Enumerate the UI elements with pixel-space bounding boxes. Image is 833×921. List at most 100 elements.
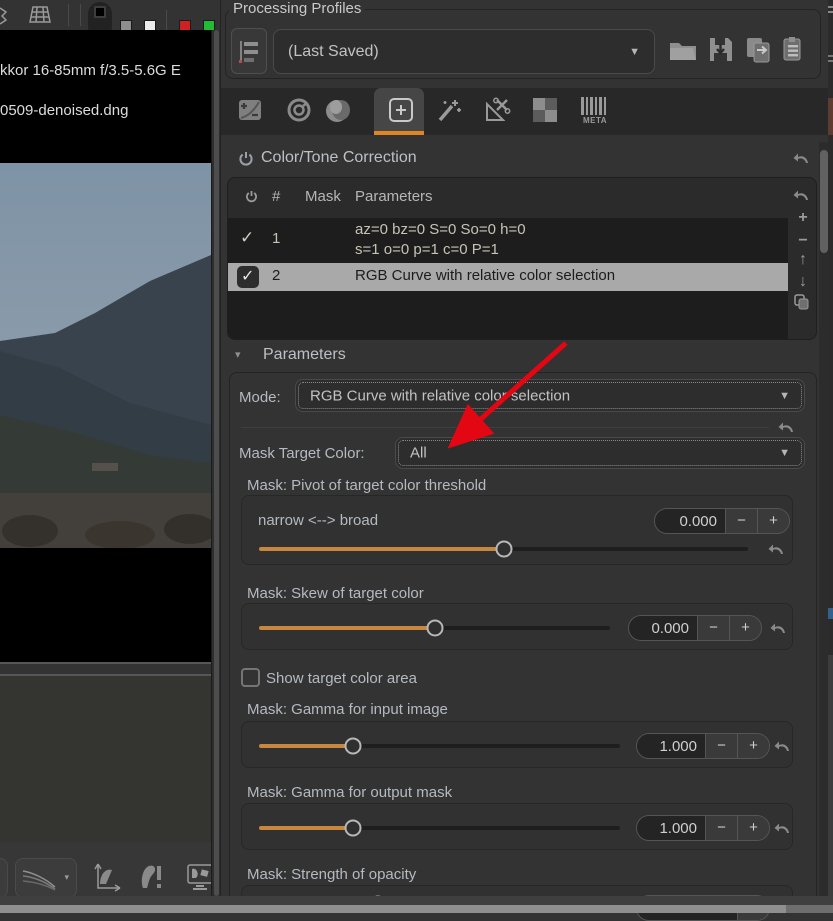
toolbar-separator [166, 10, 167, 32]
pivot-reset-button[interactable] [768, 542, 785, 555]
profile-list-icon [239, 40, 261, 64]
gamma-input-increment-button[interactable]: + [737, 734, 769, 758]
duplicate-mask-button[interactable] [794, 294, 810, 310]
mask-row[interactable]: ✓ 1 az=0 bz=0 S=0 So=0 h=0 s=1 o=0 p=1 c… [228, 218, 788, 263]
save-profile-button[interactable] [708, 36, 734, 63]
partial-left-button[interactable] [0, 858, 8, 898]
tab-exposure[interactable] [230, 90, 270, 130]
soft-proofing-icon[interactable] [139, 862, 167, 892]
mask-enabled-checkbox[interactable]: ✓ [237, 266, 259, 288]
skew-decrement-button[interactable]: − [697, 616, 729, 640]
local-editing-icon [387, 96, 415, 124]
right-panel-edge [828, 0, 833, 913]
show-target-color-checkbox[interactable] [241, 668, 260, 687]
mask-row-params: az=0 bz=0 S=0 So=0 h=0 s=1 o=0 p=1 c=0 P… [355, 220, 526, 260]
preview-letterbox [0, 548, 211, 662]
lens-info-text: kkor 16-85mm f/3.5-5.6G E [0, 62, 181, 79]
tab-color[interactable] [318, 90, 358, 130]
gamma-input-slider[interactable] [259, 737, 620, 755]
pivot-value[interactable]: 0.000 [655, 509, 725, 533]
tool-header[interactable]: Color/Tone Correction [221, 142, 833, 177]
tab-detail[interactable] [279, 90, 319, 130]
pivot-increment-button[interactable]: + [757, 509, 789, 533]
mask-row-number: 2 [272, 267, 280, 284]
gamma-input-label: Mask: Gamma for input image [247, 701, 448, 718]
tab-local-editing[interactable] [381, 90, 421, 130]
mask-reset-button[interactable] [793, 188, 810, 201]
mask-target-color-label: Mask Target Color: [239, 445, 365, 462]
parameters-section-label: Parameters [263, 346, 346, 364]
column-mask: Mask [305, 188, 341, 205]
tool-reset-button[interactable] [793, 151, 810, 164]
gamut-chart-icon[interactable] [92, 862, 122, 892]
gamma-input-spinbox: 1.000 − + [636, 733, 770, 759]
preview-scrollbar-thumb[interactable] [214, 30, 219, 896]
raw-checker-icon [532, 97, 558, 123]
mode-reset-button[interactable] [778, 420, 795, 433]
preview-scrollbar[interactable] [211, 30, 220, 896]
tab-metadata[interactable]: META [575, 90, 615, 130]
gamma-input-slider-knob[interactable] [344, 738, 361, 755]
pivot-slider[interactable] [259, 540, 748, 558]
gamma-output-increment-button[interactable]: + [737, 816, 769, 840]
parameters-expander[interactable]: ▾ Parameters [221, 346, 821, 370]
move-mask-up-button[interactable]: ↑ [790, 250, 816, 270]
add-mask-button[interactable]: + [790, 208, 816, 228]
gamma-output-slider[interactable] [259, 819, 620, 837]
pivot-slider-knob[interactable] [495, 541, 512, 558]
skew-increment-button[interactable]: + [729, 616, 761, 640]
profile-selector[interactable]: (Last Saved) ▼ [273, 29, 655, 74]
skew-panel: 0.000 − + [241, 603, 793, 650]
paste-profile-button[interactable] [781, 36, 807, 63]
move-mask-down-button[interactable]: ↓ [790, 272, 816, 292]
color-icon [324, 97, 352, 123]
mask-list: # Mask Parameters ✓ 1 az=0 bz=0 S=0 So=0… [227, 177, 817, 340]
partial-tool-icon[interactable] [0, 6, 8, 26]
copy-profile-button[interactable] [745, 36, 773, 63]
mask-row-selected[interactable]: ✓ 2 RGB Curve with relative color select… [228, 263, 788, 291]
gamma-input-decrement-button[interactable]: − [705, 734, 737, 758]
monitor-profile-icon[interactable] [186, 862, 214, 892]
skew-slider-knob[interactable] [426, 620, 443, 637]
mask-list-empty-area[interactable] [228, 291, 788, 340]
gamma-output-panel: 1.000 − + [241, 803, 793, 850]
image-info-bar: kkor 16-85mm f/3.5-5.6G E 0509-denoised.… [0, 30, 211, 163]
skew-reset-button[interactable] [770, 621, 787, 634]
pivot-decrement-button[interactable]: − [725, 509, 757, 533]
mask-list-header[interactable]: # Mask Parameters [228, 178, 817, 218]
edge-fragment [828, 6, 833, 8]
chevron-down-icon: ▼ [779, 390, 790, 402]
skew-slider[interactable] [259, 619, 610, 637]
crop-grid-icon[interactable] [28, 5, 52, 25]
window-bottom-bar [0, 896, 833, 905]
histogram-curves-button[interactable]: ▾ [15, 858, 77, 898]
section-divider [241, 427, 769, 428]
tab-transform[interactable] [477, 90, 517, 130]
chevron-down-icon: ▼ [779, 447, 790, 459]
gamma-output-reset-button[interactable] [774, 821, 791, 834]
mode-select[interactable]: RGB Curve with relative color selection … [295, 379, 805, 412]
gamma-input-reset-button[interactable] [774, 739, 791, 752]
tab-raw[interactable] [525, 90, 565, 130]
tab-advanced[interactable] [429, 90, 469, 130]
profile-list-button[interactable] [231, 28, 267, 74]
image-preview[interactable] [0, 163, 211, 548]
remove-mask-button[interactable]: − [790, 231, 816, 251]
pivot-sublabel: narrow <--> broad [258, 512, 378, 529]
color-management-toolbar: ▾ [0, 842, 211, 900]
gamma-output-value[interactable]: 1.000 [637, 816, 705, 840]
tool-tab-bar: META [221, 88, 833, 135]
tool-power-toggle[interactable] [238, 151, 254, 168]
edge-thumbnail-fragment [828, 98, 833, 135]
load-profile-button[interactable] [669, 38, 697, 62]
panel-divider[interactable] [0, 662, 211, 676]
pivot-panel: narrow <--> broad 0.000 − + [241, 495, 793, 565]
gamma-input-value[interactable]: 1.000 [637, 734, 705, 758]
mask-target-color-select[interactable]: All ▼ [395, 437, 805, 469]
metadata-tab-label: META [583, 116, 607, 125]
gamma-output-slider-knob[interactable] [344, 820, 361, 837]
tool-panel-scrollbar-thumb[interactable] [820, 150, 828, 253]
skew-value[interactable]: 0.000 [629, 616, 697, 640]
mask-enabled-check[interactable]: ✓ [240, 228, 254, 248]
gamma-output-decrement-button[interactable]: − [705, 816, 737, 840]
